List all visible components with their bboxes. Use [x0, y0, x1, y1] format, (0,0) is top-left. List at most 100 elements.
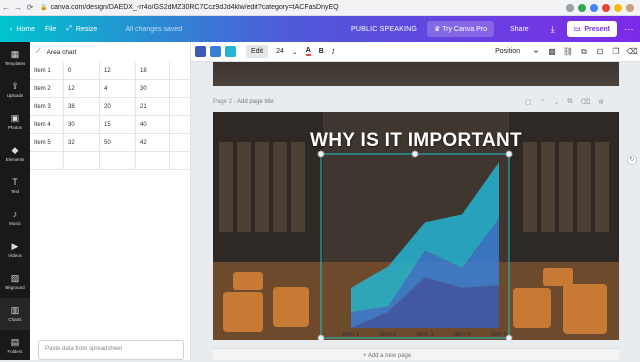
- color-swatch[interactable]: [225, 46, 236, 57]
- present-button[interactable]: ▭ Present: [566, 21, 617, 37]
- table-cell[interactable]: 30: [136, 80, 170, 97]
- copy-icon[interactable]: ❐: [608, 47, 624, 56]
- delete-page-icon[interactable]: ⌫: [580, 98, 590, 106]
- add-page-bar[interactable]: [213, 348, 619, 360]
- resize-icon: ⤢: [66, 25, 72, 32]
- text-color-icon[interactable]: A: [305, 47, 311, 56]
- table-cell[interactable]: 21: [136, 98, 170, 115]
- table-cell[interactable]: Item 5: [30, 134, 64, 151]
- paste-data-field[interactable]: Paste data from spreadsheet: [38, 340, 184, 360]
- delete-icon[interactable]: ⌫: [624, 47, 640, 56]
- extension-icon[interactable]: [602, 3, 610, 12]
- table-cell[interactable]: 50: [100, 134, 136, 151]
- sidebar-item-text[interactable]: T Text: [0, 170, 30, 202]
- chart-type-selector[interactable]: ⟋ Area chart: [30, 42, 190, 62]
- duplicate-icon[interactable]: ⧉: [576, 47, 592, 57]
- table-cell[interactable]: [170, 116, 191, 133]
- sidebar-item-uploads[interactable]: ⇪ Uploads: [0, 74, 30, 106]
- table-cell[interactable]: 42: [136, 134, 170, 151]
- address-bar[interactable]: canva.com/design/DAEDX_-rr4o/GS2dMZ30RC7…: [50, 4, 566, 11]
- back-icon[interactable]: ←: [0, 3, 12, 12]
- table-cell[interactable]: [64, 152, 100, 169]
- copy-style-icon[interactable]: ⌖: [528, 47, 544, 57]
- table-cell[interactable]: [170, 134, 191, 151]
- table-cell[interactable]: 40: [136, 116, 170, 133]
- reload-icon[interactable]: ⟳: [24, 3, 36, 12]
- lock-icon: 🔒: [40, 5, 48, 11]
- color-swatch[interactable]: [210, 46, 221, 57]
- table-row: Item 1 0 12 18: [30, 62, 191, 80]
- page-title-label[interactable]: Page 2 - Add page title: [213, 99, 274, 105]
- duplicate-page-icon[interactable]: ⧉: [567, 98, 572, 106]
- link-icon[interactable]: ⛓: [560, 47, 576, 56]
- page-2[interactable]: Item 1 Item 2 Item 3 Item 4 Item 5 WHY IS IT…: [213, 112, 619, 340]
- font-size[interactable]: 24: [276, 48, 284, 55]
- table-cell[interactable]: [30, 152, 64, 169]
- table-cell[interactable]: 30: [64, 116, 100, 133]
- sidebar-item-music[interactable]: ♪ Music: [0, 202, 30, 234]
- sidebar-item-folders[interactable]: ▤ Folders: [0, 330, 30, 362]
- sidebar-item-label: Text: [10, 189, 20, 194]
- star-icon[interactable]: [566, 3, 574, 12]
- home-button[interactable]: ‹ Home: [10, 26, 35, 33]
- share-button[interactable]: Share: [502, 22, 537, 37]
- extension-icon[interactable]: [578, 3, 586, 12]
- table-cell[interactable]: Item 4: [30, 116, 64, 133]
- file-menu[interactable]: File: [45, 26, 56, 33]
- table-cell[interactable]: [100, 152, 136, 169]
- position-button[interactable]: Position: [495, 48, 520, 55]
- resize-button[interactable]: ⤢ Resize: [66, 25, 97, 33]
- table-cell[interactable]: 20: [100, 98, 136, 115]
- sidebar-item-label: Photos: [7, 125, 22, 130]
- avatar[interactable]: [626, 3, 634, 12]
- chevron-up-icon[interactable]: ⌃: [540, 98, 546, 106]
- table-row: Item 3 38 20 21: [30, 98, 191, 116]
- sidebar-item-templates[interactable]: ▦ Templates: [0, 42, 30, 74]
- page-1-preview[interactable]: [213, 62, 619, 86]
- table-cell[interactable]: 15: [100, 116, 136, 133]
- table-cell[interactable]: [170, 80, 191, 97]
- more-icon[interactable]: ⋯: [622, 24, 636, 35]
- slide-title[interactable]: WHY IS IT IMPORTANT: [213, 130, 619, 152]
- present-icon: ▭: [573, 26, 581, 33]
- table-cell[interactable]: 38: [64, 98, 100, 115]
- chevron-down-icon[interactable]: ⌄: [292, 48, 298, 56]
- table-cell[interactable]: Item 2: [30, 80, 64, 97]
- add-page-button[interactable]: + Add a new page: [363, 353, 411, 359]
- table-cell[interactable]: Item 1: [30, 62, 64, 79]
- bold-icon[interactable]: B: [319, 48, 324, 55]
- table-cell[interactable]: Item 3: [30, 98, 64, 115]
- table-cell[interactable]: 12: [64, 80, 100, 97]
- transparency-icon[interactable]: ▩: [544, 47, 560, 56]
- resize-handle[interactable]: [317, 334, 325, 340]
- add-page-icon[interactable]: ⊕: [598, 98, 604, 106]
- design-title[interactable]: PUBLIC SPEAKING: [351, 26, 417, 33]
- table-cell[interactable]: 18: [136, 62, 170, 79]
- table-cell[interactable]: [170, 152, 191, 169]
- table-cell[interactable]: 0: [64, 62, 100, 79]
- extension-icon[interactable]: [614, 3, 622, 12]
- note-icon[interactable]: ▢: [525, 98, 532, 106]
- sidebar-item-elements[interactable]: ◆ Elements: [0, 138, 30, 170]
- table-cell[interactable]: [136, 152, 170, 169]
- table-cell[interactable]: 4: [100, 80, 136, 97]
- download-icon[interactable]: ⤓: [543, 24, 563, 35]
- lock-icon[interactable]: ⊡: [592, 47, 608, 56]
- forward-icon[interactable]: →: [12, 3, 24, 12]
- chevron-down-icon[interactable]: ⌄: [554, 98, 560, 106]
- refresh-icon[interactable]: ↻: [627, 155, 637, 165]
- sidebar-item-videos[interactable]: ▶ Videos: [0, 234, 30, 266]
- sidebar-item-charts[interactable]: ▥ Charts: [0, 298, 30, 330]
- sidebar-item-photos[interactable]: ▣ Photos: [0, 106, 30, 138]
- sidebar-item-bkground[interactable]: ▨ Bkground: [0, 266, 30, 298]
- table-cell[interactable]: [170, 62, 191, 79]
- extension-icon[interactable]: [590, 3, 598, 12]
- color-swatch[interactable]: [195, 46, 206, 57]
- table-cell[interactable]: [170, 98, 191, 115]
- table-cell[interactable]: 32: [64, 134, 100, 151]
- italic-icon[interactable]: I: [332, 48, 334, 56]
- try-pro-button[interactable]: ♛ Try Canva Pro: [427, 21, 494, 37]
- edit-button[interactable]: Edit: [246, 45, 269, 58]
- x-tick-label: Item 4: [454, 332, 471, 338]
- table-cell[interactable]: 12: [100, 62, 136, 79]
